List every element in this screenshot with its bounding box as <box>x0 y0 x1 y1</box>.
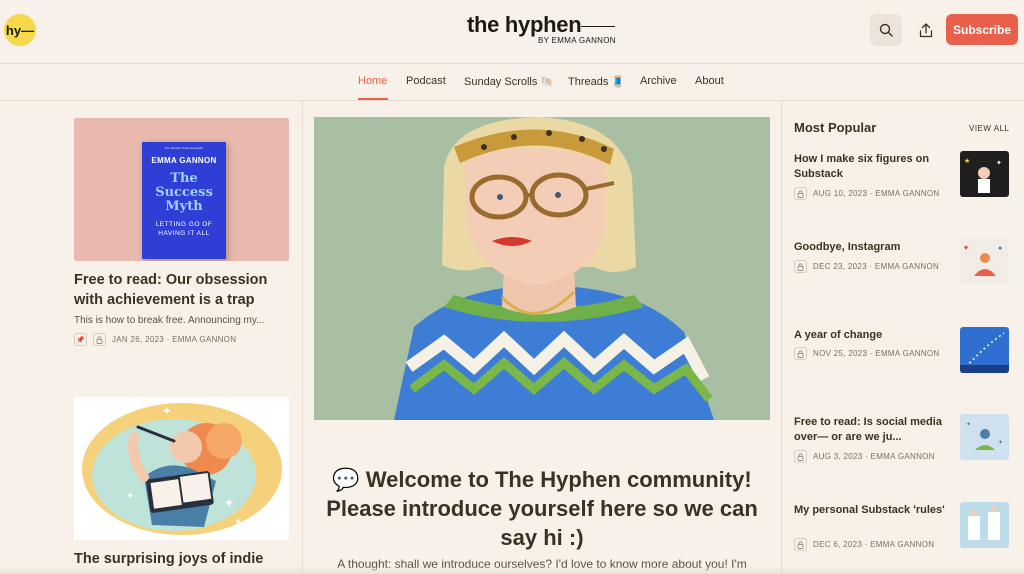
popular-item-meta-text: AUG 3, 2023 · EMMA GANNON <box>813 452 935 461</box>
popular-item-meta: NOV 25, 2023 · EMMA GANNON <box>794 347 940 360</box>
site-logo[interactable]: hy— <box>4 14 36 46</box>
svg-text:✦: ✦ <box>996 159 1002 167</box>
lock-icon <box>794 187 807 200</box>
post-thumbnail-success-myth[interactable]: The Sunday Times bestseller EMMA GANNON … <box>74 118 289 261</box>
column-divider <box>302 101 303 574</box>
book-subtitle: LETTING GO OF HAVING IT ALL <box>155 221 213 237</box>
share-button[interactable] <box>912 14 940 46</box>
featured-post-title[interactable]: 💬 Welcome to The Hyphen community! Pleas… <box>320 465 764 552</box>
popular-item-thumbnail[interactable] <box>960 502 1009 548</box>
portrait-illustration <box>314 117 770 420</box>
site-byline: BY EMMA GANNON <box>538 36 616 45</box>
site-title[interactable]: the hyphen <box>467 12 582 38</box>
book-author: EMMA GANNON <box>151 156 217 165</box>
popular-item-title[interactable]: My personal Substack 'rules' <box>794 503 952 518</box>
search-icon <box>879 23 893 37</box>
share-icon <box>919 22 933 37</box>
popular-item-meta: DEC 23, 2023 · EMMA GANNON <box>794 260 939 273</box>
nav-item-home[interactable]: Home <box>358 75 387 87</box>
main-nav: Home Podcast Sunday Scrolls 🐚 Threads 🧵 … <box>0 64 1024 101</box>
book-title-line-3: Myth <box>165 199 203 214</box>
nav-item-threads[interactable]: Threads 🧵 <box>568 75 625 88</box>
post-thumbnail-indie[interactable]: ✦ ✦ ✦ ✦ <box>74 397 289 540</box>
svg-text:✦: ✦ <box>966 421 971 428</box>
search-button[interactable] <box>870 14 902 46</box>
post-subtitle[interactable]: This is how to break free. Announcing my… <box>74 315 289 326</box>
book-kicker: The Sunday Times bestseller <box>164 146 204 150</box>
svg-text:✦: ✦ <box>224 496 234 510</box>
post-title[interactable]: Free to read: Our obsession with achieve… <box>74 270 289 310</box>
popular-item-title[interactable]: A year of change <box>794 328 952 343</box>
popular-item-meta-text: DEC 23, 2023 · EMMA GANNON <box>813 262 940 271</box>
popular-item-meta: DEC 6, 2023 · EMMA GANNON <box>794 538 934 551</box>
social-media-illustration: ✦ ✦ <box>966 421 1003 450</box>
column-divider <box>781 101 782 574</box>
book-cover: The Sunday Times bestseller EMMA GANNON … <box>142 142 226 259</box>
pin-icon: 📌 <box>74 333 87 346</box>
svg-text:●: ● <box>998 245 1002 252</box>
post-meta-text: JAN 26, 2023 · EMMA GANNON <box>112 335 237 344</box>
rules-illustration <box>968 505 1000 540</box>
bottom-shadow <box>0 566 1024 574</box>
lock-icon <box>794 538 807 551</box>
popular-item-thumbnail[interactable]: ✦ ✦ <box>960 414 1009 460</box>
svg-text:✦: ✦ <box>162 404 172 418</box>
lock-icon <box>794 260 807 273</box>
book-title-line-2: Success <box>155 185 213 200</box>
book-title-line-1: The <box>170 171 198 186</box>
popular-item-meta-text: AUG 10, 2023 · EMMA GANNON <box>813 189 940 198</box>
popular-item-thumbnail[interactable]: ♥ ● <box>960 238 1009 284</box>
svg-text:✦: ✦ <box>126 491 134 502</box>
popular-item-meta-text: DEC 6, 2023 · EMMA GANNON <box>813 540 935 549</box>
nav-item-archive[interactable]: Archive <box>640 75 677 87</box>
nav-item-podcast[interactable]: Podcast <box>406 75 446 87</box>
popular-item-meta: AUG 3, 2023 · EMMA GANNON <box>794 450 935 463</box>
brand[interactable]: the hyphen BY EMMA GANNON <box>467 12 627 45</box>
nav-item-sunday-scrolls[interactable]: Sunday Scrolls 🐚 <box>464 75 554 88</box>
dotted-arc-illustration <box>960 332 1009 373</box>
nav-item-about[interactable]: About <box>695 75 724 87</box>
svg-text:✦: ✦ <box>234 517 242 528</box>
popular-item-title[interactable]: How I make six figures on Substack <box>794 152 952 182</box>
view-all-link[interactable]: VIEW ALL <box>969 124 1009 133</box>
most-popular-heading: Most Popular <box>794 120 877 135</box>
svg-text:✦: ✦ <box>998 439 1003 446</box>
nav-active-indicator <box>358 98 388 100</box>
post-meta: 📌 JAN 26, 2023 · EMMA GANNON <box>74 333 236 346</box>
lock-icon <box>93 333 106 346</box>
brand-dash <box>581 26 615 27</box>
popular-item-thumbnail[interactable] <box>960 327 1009 373</box>
desk-illustration: ★ ✦ <box>964 157 1002 193</box>
popular-item-meta: AUG 10, 2023 · EMMA GANNON <box>794 187 940 200</box>
svg-text:♥: ♥ <box>964 245 968 252</box>
subscribe-button[interactable]: Subscribe <box>946 14 1018 45</box>
lock-icon <box>794 347 807 360</box>
lock-icon <box>794 450 807 463</box>
featured-illustration[interactable] <box>314 117 770 420</box>
meditation-illustration: ♥ ● <box>964 245 1002 276</box>
popular-item-title[interactable]: Goodbye, Instagram <box>794 240 952 255</box>
popular-item-title[interactable]: Free to read: Is social media over— or a… <box>794 415 952 445</box>
site-header: hy— the hyphen BY EMMA GANNON Subscribe <box>0 0 1024 64</box>
popular-item-thumbnail[interactable]: ★ ✦ <box>960 151 1009 197</box>
reading-illustration: ✦ ✦ ✦ ✦ <box>82 403 282 535</box>
popular-item-meta-text: NOV 25, 2023 · EMMA GANNON <box>813 349 940 358</box>
svg-text:★: ★ <box>964 157 970 165</box>
